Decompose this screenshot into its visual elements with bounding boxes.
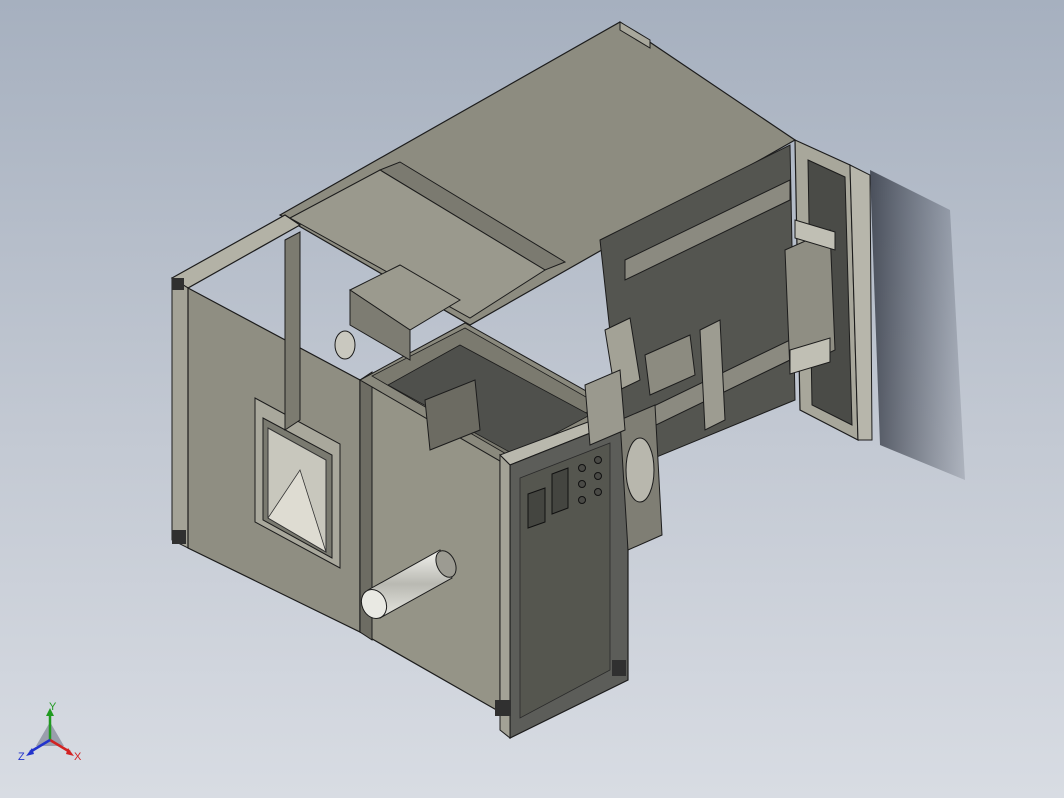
left-side-panel[interactable] — [187, 286, 361, 633]
triad-z-label: Z — [18, 751, 25, 763]
triad-x-label: X — [74, 751, 82, 763]
graphics-viewport[interactable]: Y X Z — [0, 0, 1064, 798]
right-end-door[interactable] — [784, 139, 873, 442]
triad-y-label: Y — [49, 701, 57, 713]
control-cabinet[interactable] — [499, 409, 629, 740]
drop-shadow — [870, 170, 965, 480]
3d-model-view[interactable] — [0, 0, 1064, 798]
view-triad[interactable]: Y X Z — [16, 700, 88, 772]
axis-triad-icon: Y X Z — [18, 701, 82, 763]
